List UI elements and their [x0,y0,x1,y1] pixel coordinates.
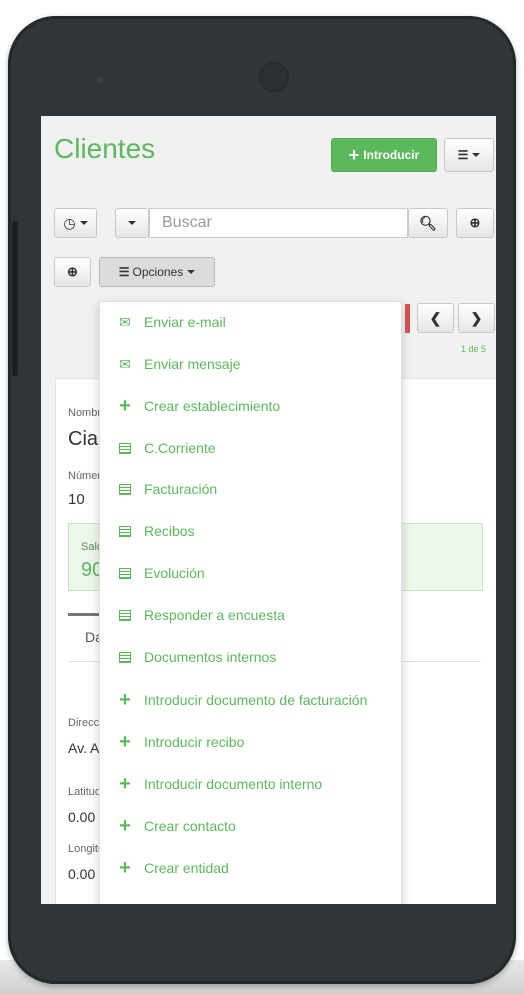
menu-item-label: Evolución [144,565,205,581]
numero-value: 10 [68,491,85,508]
menu-item-enviar-mensaje[interactable]: ✉ Enviar mensaje [100,346,403,382]
zoom-in-icon: ⊕ [469,215,481,230]
table-icon [118,482,132,496]
plus-icon: + [119,773,131,795]
clock-icon: ◷ [63,214,76,231]
saldo-label: Saldo [81,541,99,553]
opciones-dropdown-menu: ✉ Enviar e-mail ✉ Enviar mensaje + Crear… [99,301,402,904]
menu-item-label: C.Corriente [144,440,216,456]
menu-item-documentos-internos[interactable]: Documentos internos [100,639,403,675]
menu-item-label: Enviar mensaje [144,356,241,372]
table-icon [118,524,132,538]
view-list-button[interactable]: ☰ [444,138,494,172]
latitud-value: 0.00 [68,809,96,825]
longitud-value: 0.00 [68,866,96,882]
menu-item-label: Responder a encuesta [144,607,285,623]
chevron-down-icon [79,221,88,225]
opciones-label: Opciones [132,265,184,279]
table-icon [118,566,132,580]
nombre-value: Cia [68,428,99,450]
menu-item-crear-entidad[interactable]: + Crear entidad [100,850,403,886]
menu-item-label: Recibos [144,523,195,539]
menu-item-responder-encuesta[interactable]: Responder a encuesta [100,597,403,633]
chevron-down-icon [128,221,136,225]
menu-item-label: Introducir documento interno [144,776,323,792]
prev-page-button[interactable]: ❮ [417,303,454,333]
clock-filter-button[interactable]: ◷ [54,208,97,238]
tab-datos[interactable]: Datos [85,629,99,645]
latitud-label: Latitud [68,786,99,798]
table-icon [118,441,132,455]
introducir-label: Introducir [363,148,420,162]
chevron-down-icon [187,270,196,274]
search-icon: 🔍︎ [419,214,437,231]
envelope-icon: ✉ [119,355,131,372]
direccion-value: Av. A [68,740,99,756]
menu-item-crear-contacto[interactable]: + Crear contacto [100,808,403,844]
phone-frame: Clientes + Introducir ☰ ◷ 🔍︎ ⊕ ⊕ ☰ [8,16,516,984]
chevron-left-icon: ❮ [429,309,442,326]
envelope-outline-icon: ✉ [119,313,131,330]
app-screen: Clientes + Introducir ☰ ◷ 🔍︎ ⊕ ⊕ ☰ [41,116,496,904]
search-input[interactable] [149,208,408,238]
plus-icon: + [119,731,131,753]
page-title: Clientes [54,133,156,164]
menu-icon: ☰ [118,265,130,279]
menu-item-facturacion[interactable]: Facturación [100,471,403,507]
list-icon: ☰ [457,148,469,162]
menu-item-evolucion[interactable]: Evolución [100,555,403,591]
active-tab-indicator [68,613,101,616]
alert-marker [405,304,410,333]
menu-item-introducir-doc-interno[interactable]: + Introducir documento interno [100,766,403,802]
menu-item-label: Introducir documento de facturación [144,692,368,708]
plus-icon: + [119,395,131,417]
next-page-button[interactable]: ❯ [458,303,495,333]
zoom-button[interactable]: ⊕ [54,257,91,287]
menu-item-label: Crear contacto [144,818,236,834]
sensor-dot [97,77,103,83]
longitud-label: Longitud [68,843,99,855]
chevron-down-icon [472,153,481,157]
numero-label: Número [68,470,99,482]
menu-item-label: Enviar e-mail [144,314,226,330]
saldo-value: 90 [81,559,99,581]
plus-icon: + [119,689,131,711]
side-button [12,221,18,376]
plus-icon: + [119,857,131,879]
menu-item-label: Crear entidad [144,860,229,876]
menu-item-label: Introducir recibo [144,734,245,750]
menu-item-crear-establecimiento[interactable]: + Crear establecimiento [100,388,403,424]
table-icon [118,608,132,622]
advanced-search-button[interactable]: ⊕ [456,208,494,238]
direccion-label: Dirección [68,717,99,729]
nombre-label: Nombre [68,407,99,419]
front-camera [259,62,289,92]
table-icon [118,650,132,664]
menu-item-introducir-recibo[interactable]: + Introducir recibo [100,724,403,760]
chevron-right-icon: ❯ [470,309,483,326]
menu-item-recibos[interactable]: Recibos [100,513,403,549]
menu-item-label: Crear establecimiento [144,398,281,414]
search-button[interactable]: 🔍︎ [408,208,448,238]
zoom-in-icon: ⊕ [67,264,78,279]
menu-item-label: Documentos internos [144,649,277,665]
page-indicator: 1 de 5 [461,344,487,354]
menu-item-introducir-doc-facturacion[interactable]: + Introducir documento de facturación [100,682,403,718]
menu-item-ccorriente[interactable]: C.Corriente [100,430,403,466]
menu-item-label: Facturación [144,481,218,497]
opciones-dropdown-button[interactable]: ☰ Opciones [99,257,215,287]
menu-item-enviar-email[interactable]: ✉ Enviar e-mail [100,304,403,340]
plus-icon: + [348,145,360,165]
search-filter-dropdown[interactable] [115,208,149,238]
plus-icon: + [119,815,131,837]
introducir-button[interactable]: + Introducir [331,138,437,172]
